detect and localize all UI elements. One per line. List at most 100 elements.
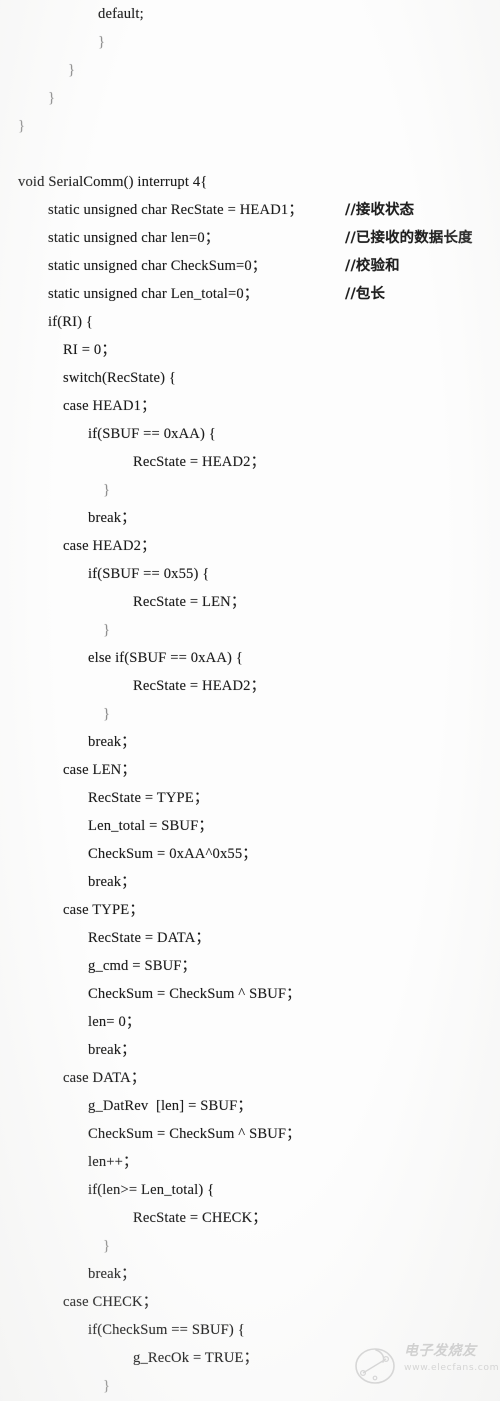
code-comment: //已接收的数据长度 xyxy=(345,230,473,246)
code-line-text: RecState = HEAD2； xyxy=(133,678,266,694)
code-comment: //校验和 xyxy=(345,258,400,274)
code-line: g_cmd = SBUF； xyxy=(0,952,500,980)
code-line-text: default; xyxy=(98,6,144,22)
code-line-text: case CHECK； xyxy=(63,1294,158,1310)
code-line-text: static unsigned char CheckSum=0； xyxy=(48,258,267,274)
code-line-text: RecState = DATA； xyxy=(88,930,211,946)
code-line-text: if(CheckSum == SBUF) { xyxy=(88,1322,245,1338)
code-line: } xyxy=(0,616,500,644)
code-line: Len_total = SBUF； xyxy=(0,812,500,840)
code-line: switch(RecState) { xyxy=(0,364,500,392)
code-line: static unsigned char len=0； //已接收的数据长度 xyxy=(0,224,500,252)
code-line-text: RecState = CHECK； xyxy=(133,1210,268,1226)
code-line: case DATA； xyxy=(0,1064,500,1092)
code-line: break； xyxy=(0,504,500,532)
code-line-text: RI = 0； xyxy=(63,342,117,358)
code-line-text: Len_total = SBUF； xyxy=(88,818,214,834)
code-line-text: } xyxy=(18,118,26,134)
code-line: RecState = LEN； xyxy=(0,588,500,616)
code-line: case LEN； xyxy=(0,756,500,784)
code-line: case HEAD2； xyxy=(0,532,500,560)
code-line-text: if(SBUF == 0xAA) { xyxy=(88,426,216,442)
code-line-text: } xyxy=(103,1378,111,1394)
code-line: g_RecOk = TRUE； xyxy=(0,1344,500,1372)
code-line: break； xyxy=(0,1260,500,1288)
code-line-text: } xyxy=(98,34,106,50)
code-line-text: break； xyxy=(88,1042,136,1058)
code-line-text: CheckSum = 0xAA^0x55； xyxy=(88,846,258,862)
code-line-text: if(RI) { xyxy=(48,314,94,330)
code-comment: //包长 xyxy=(345,286,386,302)
code-line: CheckSum = CheckSum ^ SBUF； xyxy=(0,1120,500,1148)
code-line: g_DatRev [len] = SBUF； xyxy=(0,1092,500,1120)
code-line: else if(SBUF == 0xAA) { xyxy=(0,644,500,672)
code-line: case CHECK； xyxy=(0,1288,500,1316)
code-line-text: CheckSum = CheckSum ^ SBUF； xyxy=(88,986,301,1002)
code-line: RecState = CHECK； xyxy=(0,1204,500,1232)
code-line: case TYPE； xyxy=(0,896,500,924)
code-line: CheckSum = 0xAA^0x55； xyxy=(0,840,500,868)
code-line-text: static unsigned char len=0； xyxy=(48,230,220,246)
code-line-text: break； xyxy=(88,734,136,750)
code-line: default; xyxy=(0,0,500,28)
code-line: RecState = TYPE； xyxy=(0,784,500,812)
code-line: static unsigned char Len_total=0； //包长 xyxy=(0,280,500,308)
code-line: if(CheckSum == SBUF) { xyxy=(0,1316,500,1344)
code-line: } xyxy=(0,56,500,84)
code-line: } xyxy=(0,1372,500,1400)
code-line-text: switch(RecState) { xyxy=(63,370,177,386)
code-line-text: break； xyxy=(88,1266,136,1282)
code-line-text: RecState = HEAD2； xyxy=(133,454,266,470)
code-line-text: CheckSum = CheckSum ^ SBUF； xyxy=(88,1126,301,1142)
code-line-text: len= 0； xyxy=(88,1014,141,1030)
code-line: } xyxy=(0,112,500,140)
code-line-text: } xyxy=(103,706,111,722)
code-listing: default;}}}} void SerialComm() interrupt … xyxy=(0,0,500,1400)
code-line: break； xyxy=(0,868,500,896)
code-line: } xyxy=(0,700,500,728)
code-line-text: if(len>= Len_total) { xyxy=(88,1182,215,1198)
code-line-text: RecState = TYPE； xyxy=(88,790,209,806)
code-line-text: g_DatRev [len] = SBUF； xyxy=(88,1098,253,1114)
code-line-text: else if(SBUF == 0xAA) { xyxy=(88,650,244,666)
code-line-text: } xyxy=(48,90,56,106)
code-line: static unsigned char CheckSum=0； //校验和 xyxy=(0,252,500,280)
code-line: } xyxy=(0,476,500,504)
scanned-page: default;}}}} void SerialComm() interrupt … xyxy=(0,0,500,1401)
code-line-text: void SerialComm() interrupt 4{ xyxy=(18,174,208,190)
code-line-text: g_cmd = SBUF； xyxy=(88,958,197,974)
code-line: break； xyxy=(0,1036,500,1064)
code-line-text: static unsigned char RecState = HEAD1； xyxy=(48,202,304,218)
code-line-text: } xyxy=(68,62,76,78)
code-line: break； xyxy=(0,728,500,756)
code-line: RI = 0； xyxy=(0,336,500,364)
code-line: CheckSum = CheckSum ^ SBUF； xyxy=(0,980,500,1008)
code-line: len++； xyxy=(0,1148,500,1176)
code-line: static unsigned char RecState = HEAD1； //… xyxy=(0,196,500,224)
code-line: if(SBUF == 0xAA) { xyxy=(0,420,500,448)
code-line: } xyxy=(0,28,500,56)
code-line-text: break； xyxy=(88,874,136,890)
code-line: RecState = DATA； xyxy=(0,924,500,952)
code-line-text: break； xyxy=(88,510,136,526)
code-line-text: case HEAD1； xyxy=(63,398,156,414)
code-line-text: if(SBUF == 0x55) { xyxy=(88,566,210,582)
code-line: len= 0； xyxy=(0,1008,500,1036)
code-line-text: } xyxy=(103,482,111,498)
code-line-text: case HEAD2； xyxy=(63,538,156,554)
code-line-text: case TYPE； xyxy=(63,902,145,918)
code-line-text: len++； xyxy=(88,1154,138,1170)
code-line-text: g_RecOk = TRUE； xyxy=(133,1350,259,1366)
code-line: RecState = HEAD2； xyxy=(0,672,500,700)
code-line: void SerialComm() interrupt 4{ xyxy=(0,168,500,196)
code-line: RecState = HEAD2； xyxy=(0,448,500,476)
code-line-text: case LEN； xyxy=(63,762,137,778)
code-line-text: } xyxy=(103,1238,111,1254)
code-line: if(len>= Len_total) { xyxy=(0,1176,500,1204)
code-line-text: RecState = LEN； xyxy=(133,594,246,610)
code-comment: //接收状态 xyxy=(345,202,415,218)
code-line-text: case DATA； xyxy=(63,1070,146,1086)
code-line: } xyxy=(0,1232,500,1260)
code-line: if(SBUF == 0x55) { xyxy=(0,560,500,588)
